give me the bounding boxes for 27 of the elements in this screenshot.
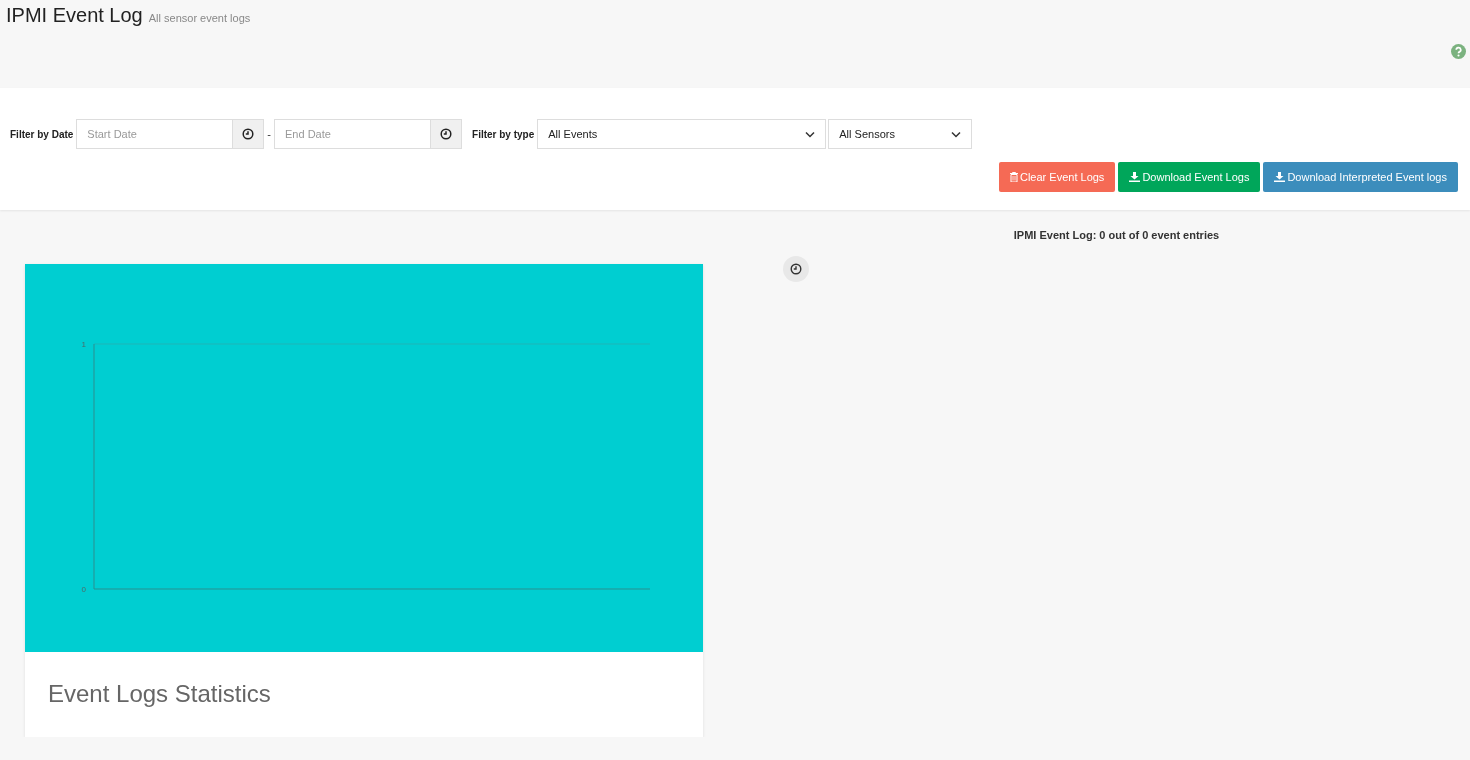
trash-icon xyxy=(1010,172,1018,182)
clock-icon xyxy=(440,128,453,140)
download-button[interactable]: Download Interpreted Event logs xyxy=(1263,162,1458,192)
clock-button[interactable] xyxy=(430,119,463,149)
filter-label: Filter by type xyxy=(472,128,535,140)
clock-button[interactable] xyxy=(783,256,809,282)
clock-button[interactable] xyxy=(232,119,265,149)
date-field[interactable]: End Date xyxy=(274,119,431,149)
select-field[interactable]: All Events xyxy=(537,119,827,149)
caret-icon xyxy=(805,130,816,138)
axis-tick-label: 0 xyxy=(81,585,86,594)
caret-icon xyxy=(951,130,962,138)
clock-icon xyxy=(790,263,802,275)
download-icon xyxy=(1274,172,1286,182)
download-icon xyxy=(1129,172,1141,182)
date-separator: - xyxy=(267,128,272,140)
select-field[interactable]: All Sensors xyxy=(828,119,973,149)
download-button[interactable]: Download Event Logs xyxy=(1118,162,1261,192)
filter-label: Filter by Date xyxy=(10,128,74,140)
card-title: Event Logs Statistics xyxy=(47,679,272,709)
page-subtitle: All sensor event logs xyxy=(148,12,251,24)
event-count-text: IPMI Event Log: 0 out of 0 event entries xyxy=(1012,229,1221,241)
clear-button[interactable]: Clear Event Logs xyxy=(999,162,1116,192)
axis-tick-label: 1 xyxy=(81,340,86,349)
page-title: IPMI Event Log xyxy=(6,4,143,27)
clock-icon xyxy=(242,128,255,140)
date-field[interactable]: Start Date xyxy=(76,119,233,149)
